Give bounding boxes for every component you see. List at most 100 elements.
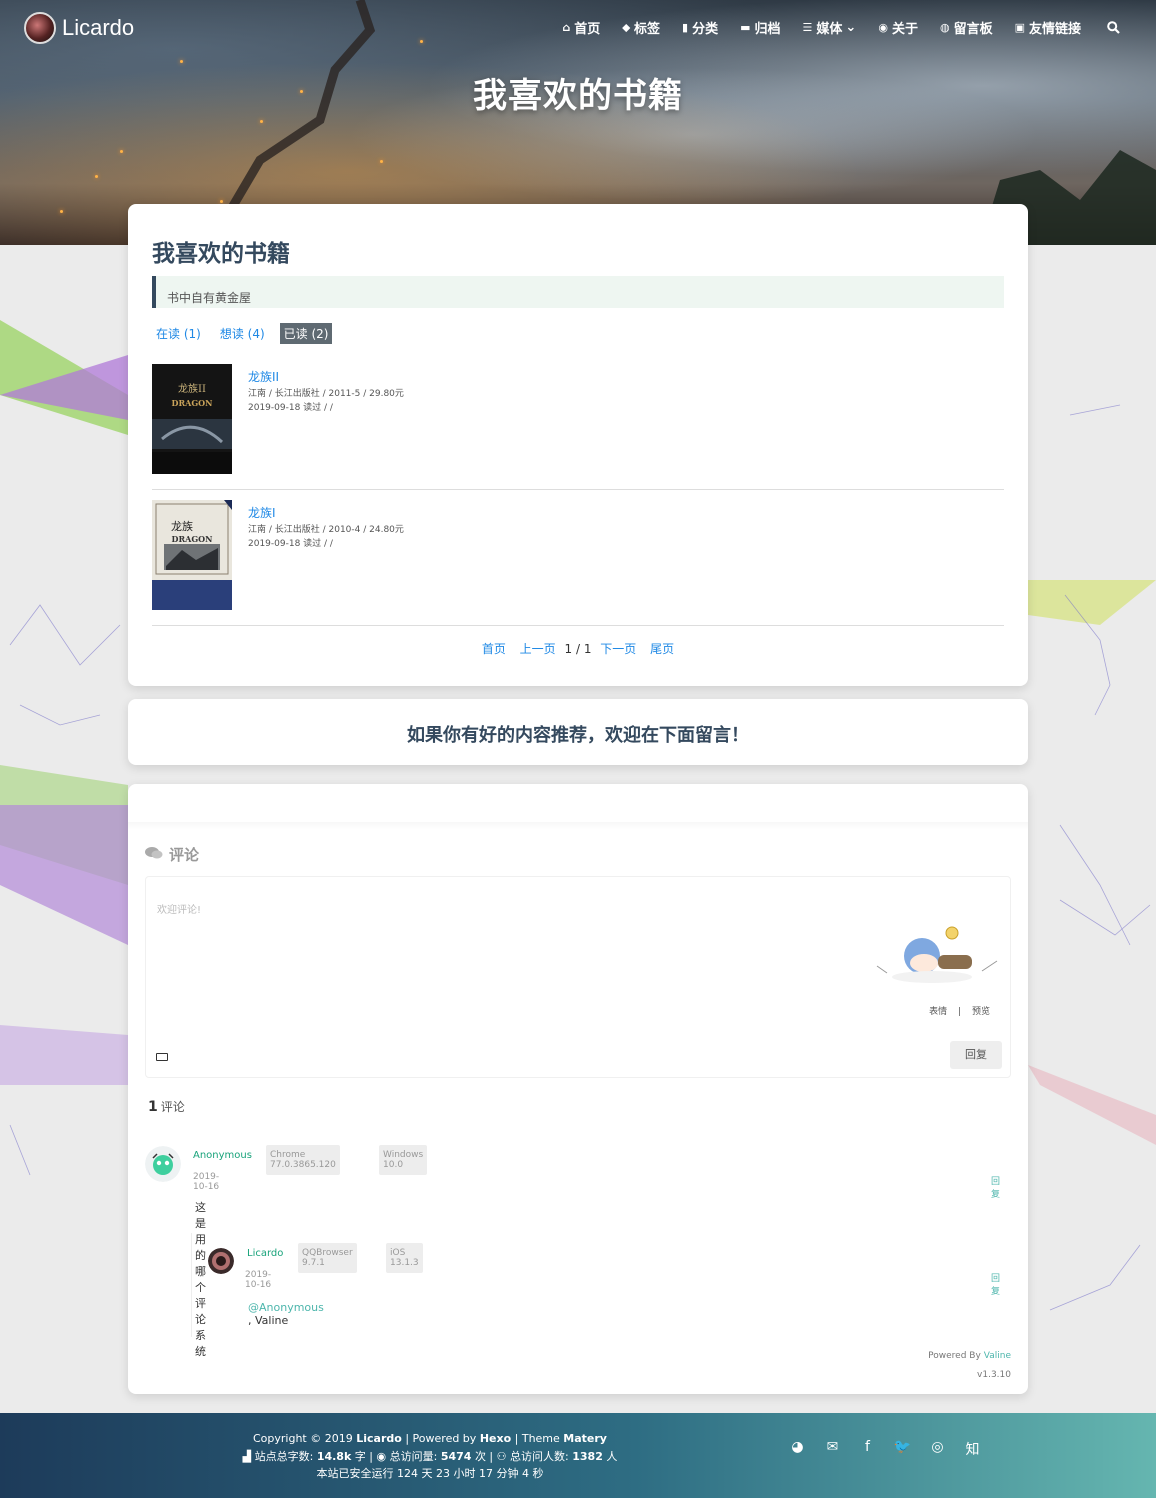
markdown-icon[interactable] [156,1053,168,1061]
twitter-icon[interactable]: 🐦 [885,1439,920,1459]
site-brand[interactable]: Licardo [24,12,134,44]
cover-subtitle: DRAGON [172,534,213,544]
github-icon[interactable]: ◕ [780,1439,815,1459]
nav-about[interactable]: ◉ 关于 [878,18,918,37]
pager-last[interactable]: 尾页 [650,642,674,656]
nav-label: 标签 [634,22,661,37]
footer-line-copyright: Copyright © 2019 Licardo | Powered by He… [0,1430,860,1448]
comments-card: 评论 欢迎评论! 表情 | 预览 回复 1 评论 Anonymous Chrome… [128,784,1028,1394]
facebook-icon[interactable]: f [850,1439,885,1459]
avatar[interactable] [208,1248,234,1274]
comment-reply-link[interactable]: 回复 [991,1271,1000,1297]
book-title-link[interactable]: 龙族I [248,504,404,521]
cover-subtitle: DRAGON [172,398,213,408]
nav-archive[interactable]: ▬ 归档 [740,18,780,37]
footer-line-stats: ▟ 站点总字数: 14.8k 字 | ◉ 总访问量: 5474 次 | ⚇ 总访… [0,1448,860,1466]
author-link[interactable]: Licardo [356,1432,402,1445]
hexo-link[interactable]: Hexo [480,1432,511,1445]
valine-version: v1.3.10 [977,1370,1011,1380]
footer-text: Copyright © 2019 Licardo | Powered by He… [0,1430,860,1483]
address-book-icon: ▣ [1014,21,1025,34]
word-count-unit: 字 | [354,1449,373,1463]
nav-tags[interactable]: ⬥ 标签 [622,18,661,38]
home-icon: ⌂ [562,21,571,34]
powered-text: | Powered by [405,1432,477,1445]
book-cover[interactable]: 龙族II DRAGON [152,364,232,474]
tab-reading[interactable]: 在读 (1) [152,323,205,344]
cover-title: 龙族 [171,519,193,533]
comment-body-text: , Valine [248,1314,289,1327]
nav-label: 留言板 [953,22,993,37]
cover-title: 龙族II [178,382,206,395]
nav-friends[interactable]: ▣ 友情链接 [1015,18,1081,37]
valine-link[interactable]: Valine [984,1351,1011,1361]
avatar[interactable] [145,1146,181,1182]
book-info: 龙族II 江南 / 长江出版社 / 2011-5 / 29.80元 2019-0… [248,368,404,415]
pager-next[interactable]: 下一页 [600,642,636,656]
site-footer: Copyright © 2019 Licardo | Powered by He… [0,1413,1156,1498]
zhihu-icon[interactable]: 知 [955,1439,990,1459]
comments-heading: 评论 [145,844,199,865]
submit-reply-button[interactable]: 回复 [950,1041,1002,1069]
comment-body: @Anonymous , Valine [248,1301,324,1327]
nav-media[interactable]: ☰ 媒体 ⌄ [803,18,857,37]
book-read-date: 2019-09-18 读过 / / [248,403,333,413]
browser-badge: Chrome 77.0.3865.120 [266,1145,340,1175]
book-meta: 江南 / 长江出版社 / 2011-5 / 29.80元 [248,389,404,399]
tab-read[interactable]: 已读 (2) [279,323,333,344]
nav-label: 关于 [891,22,918,37]
page-title: 我喜欢的书籍 [152,241,290,267]
nav-home[interactable]: ⌂ 首页 [562,18,600,37]
comments-icon: ◍ [939,21,950,34]
chevron-down-icon: ⌄ [845,20,857,35]
main-nav: ⌂ 首页 ⬥ 标签 ▮ 分类 ▬ 归档 ☰ 媒体 ⌄ ◉ 关于 ◍ 留言板 ▣ 友情链接 [540,18,1120,37]
powered-by: Powered By Valine [928,1351,1011,1361]
nav-label: 归档 [754,22,781,37]
email-icon[interactable]: ✉ [815,1439,850,1459]
thread-line [191,1233,192,1337]
nav-guestbook[interactable]: ◍ 留言板 [940,18,993,37]
nav-label: 友情链接 [1028,22,1081,37]
comment-input[interactable]: 欢迎评论! [157,901,201,916]
nav-label: 分类 [692,22,719,37]
comment-count-number: 1 [148,1099,158,1115]
comment-author[interactable]: Licardo [247,1248,283,1259]
comment-count-label: 评论 [160,1100,185,1114]
comment-body: 这是用的哪个评论系统 [195,1201,206,1358]
tab-wish[interactable]: 想读 (4) [216,323,269,344]
book-read-date: 2019-09-18 读过 / / [248,539,333,549]
nav-categories[interactable]: ▮ 分类 [682,18,718,37]
book-title-link[interactable]: 龙族II [248,368,404,385]
comment-author[interactable]: Anonymous [193,1150,252,1161]
nav-label: 首页 [574,22,601,37]
page-views-label: 总访问量: [389,1449,438,1463]
mention-link[interactable]: @Anonymous [248,1301,324,1314]
word-count: 14.8k [316,1449,352,1463]
search-button[interactable] [1107,21,1120,34]
visitors-unit: 人 [606,1449,618,1463]
emoji-toggle[interactable]: 表情 [929,1007,947,1017]
brand-logo[interactable] [24,12,56,44]
footer-line-uptime: 本站已安全运行 124 天 23 小时 17 分钟 4 秒 [316,1467,544,1480]
comments-heading-label: 评论 [169,846,200,864]
book-info: 龙族I 江南 / 长江出版社 / 2010-4 / 24.80元 2019-09… [248,504,404,551]
list-icon: ☰ [802,21,813,34]
os-badge: iOS 13.1.3 [386,1243,423,1273]
blockquote: 书中自有黄金屋 [152,276,1004,308]
book-cover[interactable]: 龙族 DRAGON [152,500,232,610]
bookmark-icon: ▮ [682,21,689,34]
editor-toolbar: 表情 | 预览 [925,1004,994,1017]
visitors-label: 总访问人数: [510,1449,569,1463]
comment-editor[interactable]: 欢迎评论! 表情 | 预览 回复 [145,876,1011,1078]
matery-link[interactable]: Matery [563,1432,607,1445]
weibo-icon[interactable]: ◎ [920,1439,955,1459]
brand-name[interactable]: Licardo [62,15,134,41]
pager-prev[interactable]: 上一页 [520,642,556,656]
comment-date: 2019-10-16 [193,1172,220,1192]
page-views: 5474 [440,1449,472,1463]
preview-toggle[interactable]: 预览 [972,1007,990,1017]
search-icon [1107,21,1120,34]
pager-first[interactable]: 首页 [482,642,506,656]
user-circle-icon: ◉ [878,21,888,34]
comment-reply-link[interactable]: 回复 [991,1174,1000,1200]
